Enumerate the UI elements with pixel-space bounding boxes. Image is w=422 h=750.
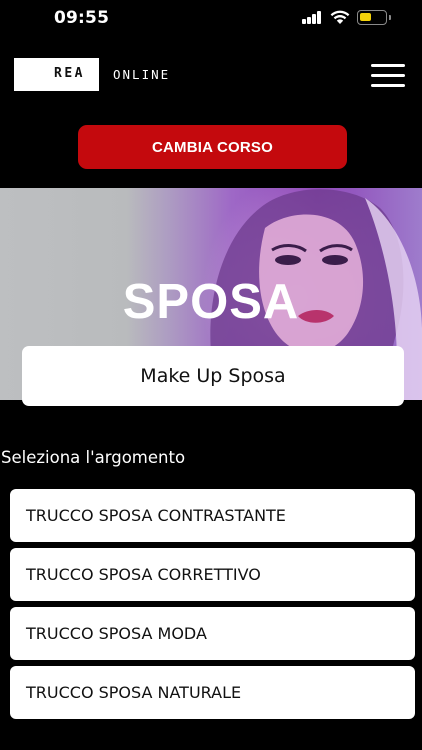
topic-item-contrastante[interactable]: TRUCCO SPOSA CONTRASTANTE	[10, 489, 415, 542]
hero-title: SPOSA	[122, 275, 300, 329]
logo-text: REA	[54, 66, 85, 81]
topic-item-correttivo[interactable]: TRUCCO SPOSA CORRETTIVO	[10, 548, 415, 601]
battery-icon	[357, 10, 391, 25]
topic-list: TRUCCO SPOSA CONTRASTANTE TRUCCO SPOSA C…	[10, 489, 415, 725]
wifi-icon	[330, 10, 350, 24]
logo-suffix: ONLINE	[113, 67, 171, 82]
cellular-signal-icon	[302, 11, 322, 24]
topics-heading: Seleziona l'argomento	[1, 448, 186, 467]
hamburger-menu-icon[interactable]	[371, 64, 405, 88]
change-course-button[interactable]: CAMBIA CORSO	[78, 125, 347, 169]
status-bar: 09:55	[0, 0, 422, 40]
status-time: 09:55	[54, 8, 110, 28]
course-name-card: Make Up Sposa	[22, 346, 404, 406]
topic-item-moda[interactable]: TRUCCO SPOSA MODA	[10, 607, 415, 660]
topic-item-naturale[interactable]: TRUCCO SPOSA NATURALE	[10, 666, 415, 719]
